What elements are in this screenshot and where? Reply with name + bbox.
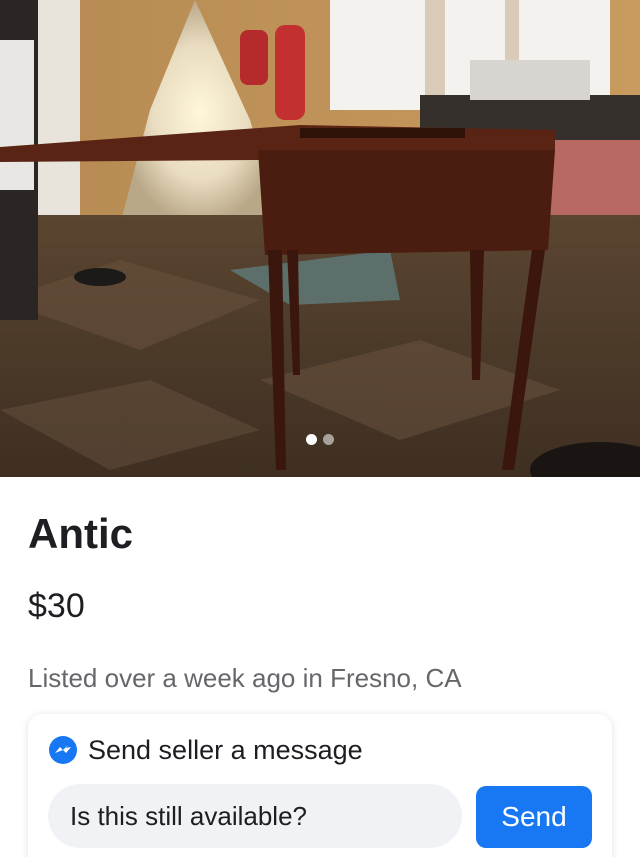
listing-photo[interactable] bbox=[0, 0, 640, 477]
photo-illustration bbox=[0, 0, 640, 477]
listing-price: $30 bbox=[28, 587, 85, 625]
message-heading: Send seller a message bbox=[88, 735, 363, 765]
message-input[interactable] bbox=[48, 784, 462, 848]
photo-pagination bbox=[0, 434, 640, 445]
message-seller-card: Send seller a message Send bbox=[28, 714, 612, 857]
listing-title: Antic bbox=[28, 510, 133, 557]
listing-page: Antic $30 Listed over a week ago in Fres… bbox=[0, 0, 640, 857]
pagination-dot[interactable] bbox=[323, 434, 334, 445]
messenger-icon bbox=[48, 735, 78, 765]
listing-meta: Listed over a week ago in Fresno, CA bbox=[28, 663, 462, 693]
send-button[interactable]: Send bbox=[476, 786, 592, 848]
pagination-dot-active[interactable] bbox=[306, 434, 317, 445]
message-header: Send seller a message bbox=[48, 732, 363, 768]
